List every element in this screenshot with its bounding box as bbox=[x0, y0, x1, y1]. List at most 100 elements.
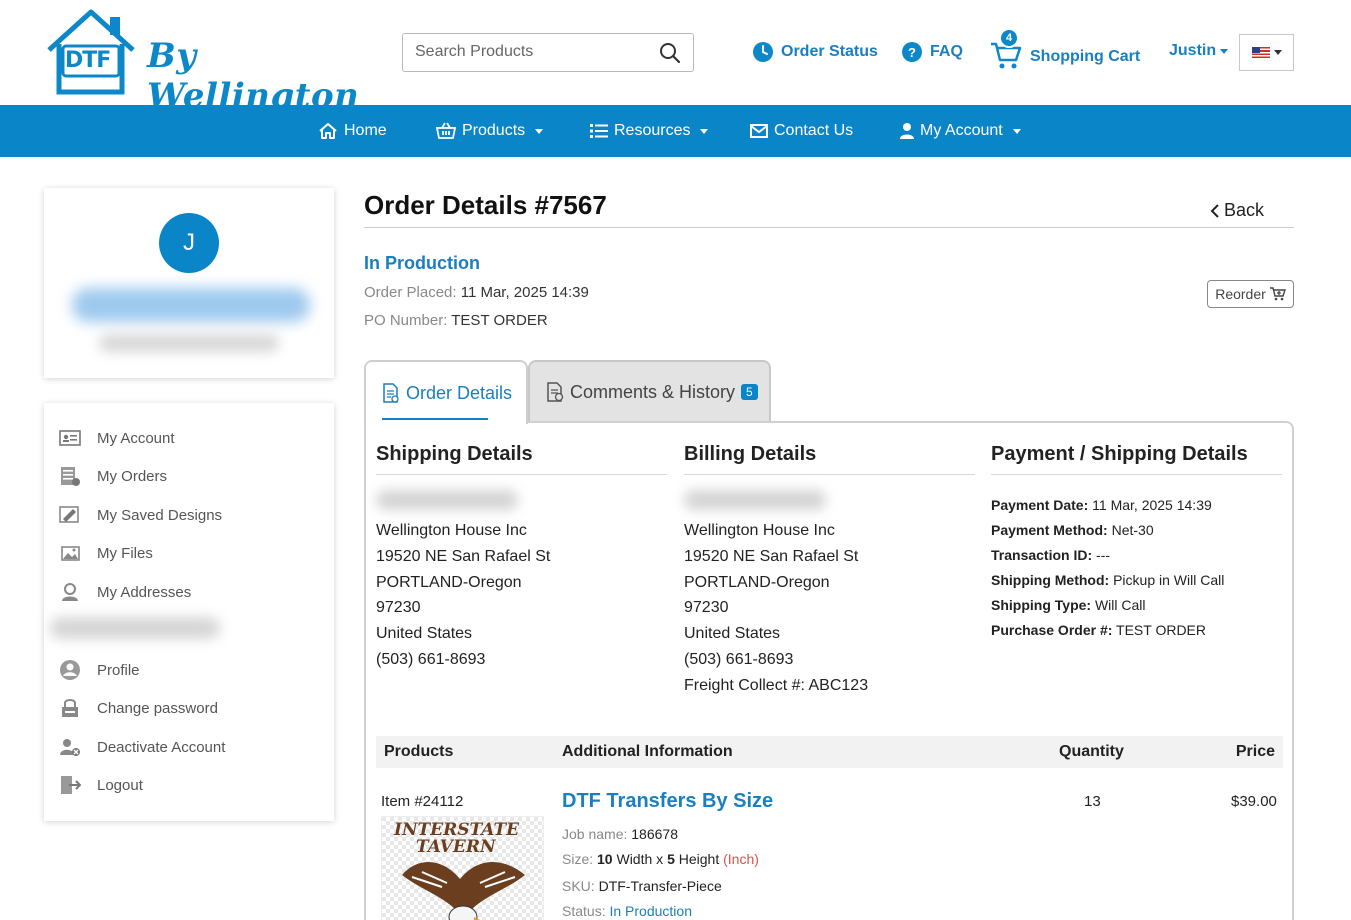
shipping-address: Wellington House Inc 19520 NE San Rafael… bbox=[376, 518, 550, 673]
order-status-link[interactable]: Order Status bbox=[753, 42, 878, 62]
home-icon bbox=[319, 123, 337, 139]
site-logo[interactable]: DTF By Wellington bbox=[44, 8, 359, 116]
sidebar-item-label: Profile bbox=[97, 661, 140, 679]
document-icon bbox=[383, 383, 399, 403]
cart-count-badge: 4 bbox=[999, 28, 1019, 48]
address-line: Freight Collect #: ABC123 bbox=[684, 676, 869, 694]
size-height: 5 bbox=[667, 851, 675, 867]
shipping-heading: Shipping Details bbox=[376, 443, 667, 475]
sidebar-item-label: Logout bbox=[97, 776, 143, 794]
sku-info: SKU: DTF-Transfer-Piece bbox=[562, 878, 722, 894]
basket-icon bbox=[436, 122, 456, 139]
po-number-label: PO Number: bbox=[364, 312, 448, 329]
user-menu[interactable]: Justin bbox=[1169, 42, 1229, 60]
blurred-billing-recipient bbox=[684, 490, 826, 510]
order-details-panel: Shipping Details Wellington House Inc 19… bbox=[364, 421, 1294, 920]
item-quantity: 13 bbox=[1084, 793, 1101, 810]
job-value: 186678 bbox=[631, 826, 678, 842]
size-label: Size: bbox=[562, 851, 594, 867]
size-width-label: Width x bbox=[616, 851, 664, 867]
profile-icon bbox=[60, 660, 80, 680]
sidebar-item-my-account[interactable]: My Account bbox=[59, 426, 175, 450]
search-input[interactable] bbox=[415, 43, 650, 61]
blurred-name bbox=[72, 288, 310, 322]
faq-link[interactable]: ? FAQ bbox=[902, 42, 963, 62]
shopping-cart-link[interactable]: 4 Shopping Cart bbox=[990, 28, 1141, 70]
nav-contact[interactable]: Contact Us bbox=[750, 105, 853, 157]
tab-comments-history[interactable]: Comments & History 5 bbox=[528, 360, 771, 422]
payment-value: TEST ORDER bbox=[1116, 622, 1207, 638]
col-products: Products bbox=[384, 743, 454, 760]
main-nav: Home Products Resources Contact Us My Ac… bbox=[0, 105, 1351, 157]
logo-text: DTF bbox=[65, 48, 111, 73]
address-line: Wellington House Inc bbox=[376, 522, 527, 539]
sidebar-item-label: My Addresses bbox=[97, 583, 192, 601]
payment-value: --- bbox=[1096, 547, 1111, 563]
chevron-down-icon bbox=[535, 128, 544, 134]
sidebar-item-profile[interactable]: Profile bbox=[59, 658, 140, 682]
blurred-menu-item bbox=[50, 617, 220, 639]
us-flag-icon bbox=[1251, 47, 1270, 58]
sidebar-item-label: My Account bbox=[97, 429, 175, 447]
nav-home[interactable]: Home bbox=[318, 105, 387, 157]
order-placed-value: 11 Mar, 2025 14:39 bbox=[460, 284, 589, 301]
back-link[interactable]: Back bbox=[1210, 200, 1264, 221]
address-line: 97230 bbox=[684, 599, 729, 617]
top-header: DTF By Wellington Order Status ? FAQ 4 S… bbox=[0, 0, 1351, 116]
image-files-icon bbox=[61, 546, 80, 561]
col-additional-info: Additional Information bbox=[562, 743, 733, 760]
user-remove-icon bbox=[60, 739, 80, 756]
nav-contact-label: Contact Us bbox=[774, 122, 854, 139]
sidebar-item-deactivate-account[interactable]: Deactivate Account bbox=[59, 735, 225, 759]
job-label: Job name: bbox=[562, 826, 628, 842]
product-thumbnail[interactable]: INTERSTATE TAVERN bbox=[381, 816, 544, 920]
reorder-label: Reorder bbox=[1215, 286, 1266, 302]
size-height-label: Height bbox=[678, 851, 720, 867]
search-icon[interactable] bbox=[659, 42, 681, 64]
divider bbox=[364, 227, 1294, 228]
sidebar-item-my-saved-designs[interactable]: My Saved Designs bbox=[59, 503, 222, 527]
size-width: 10 bbox=[597, 851, 613, 867]
sidebar-item-my-files[interactable]: My Files bbox=[59, 541, 153, 565]
search-box bbox=[402, 33, 694, 72]
tab-comments-label: Comments & History bbox=[570, 381, 736, 402]
item-price: $39.00 bbox=[1231, 793, 1277, 810]
sidebar-item-my-orders[interactable]: My Orders bbox=[59, 464, 167, 488]
envelope-icon bbox=[750, 124, 768, 138]
tab-order-details-label: Order Details bbox=[406, 382, 513, 403]
col-price: Price bbox=[1235, 743, 1275, 760]
sku-value: DTF-Transfer-Piece bbox=[598, 878, 722, 894]
question-icon: ? bbox=[902, 42, 922, 62]
address-line: 19520 NE San Rafael St bbox=[376, 547, 551, 565]
address-line: United States bbox=[684, 625, 781, 643]
avatar: J bbox=[159, 213, 219, 273]
profile-card: J bbox=[44, 188, 334, 378]
payment-value: Pickup in Will Call bbox=[1113, 572, 1225, 588]
sidebar-item-my-addresses[interactable]: My Addresses bbox=[59, 580, 191, 604]
sidebar-item-change-password[interactable]: Change password bbox=[59, 696, 218, 720]
nav-products-label: Products bbox=[462, 122, 526, 139]
chevron-down-icon bbox=[1273, 50, 1282, 55]
shopping-cart-label: Shopping Cart bbox=[1030, 48, 1141, 65]
blurred-recipient bbox=[376, 490, 518, 510]
nav-home-label: Home bbox=[344, 122, 387, 139]
address-pin-icon bbox=[62, 583, 78, 601]
chevron-left-icon bbox=[1210, 203, 1219, 218]
status-value: In Production bbox=[609, 903, 692, 919]
order-placed: Order Placed: 11 Mar, 2025 14:39 bbox=[364, 284, 589, 301]
address-line: PORTLAND-Oregon bbox=[376, 573, 522, 591]
nav-resources[interactable]: Resources bbox=[590, 105, 709, 157]
tab-order-details[interactable]: Order Details bbox=[364, 360, 528, 424]
address-line: United States bbox=[376, 625, 473, 643]
product-name-link[interactable]: DTF Transfers By Size bbox=[562, 790, 773, 813]
reorder-button[interactable]: Reorder bbox=[1207, 280, 1294, 308]
nav-products[interactable]: Products bbox=[436, 105, 544, 157]
payment-label: Transaction ID: bbox=[991, 547, 1093, 563]
nav-my-account[interactable]: My Account bbox=[900, 105, 1021, 157]
language-selector[interactable] bbox=[1239, 34, 1294, 71]
payment-label: Payment Date: bbox=[991, 497, 1089, 513]
order-placed-label: Order Placed: bbox=[364, 284, 457, 301]
sidebar-item-logout[interactable]: Logout bbox=[59, 773, 143, 797]
billing-heading: Billing Details bbox=[684, 443, 975, 475]
po-number-value: TEST ORDER bbox=[451, 312, 548, 329]
